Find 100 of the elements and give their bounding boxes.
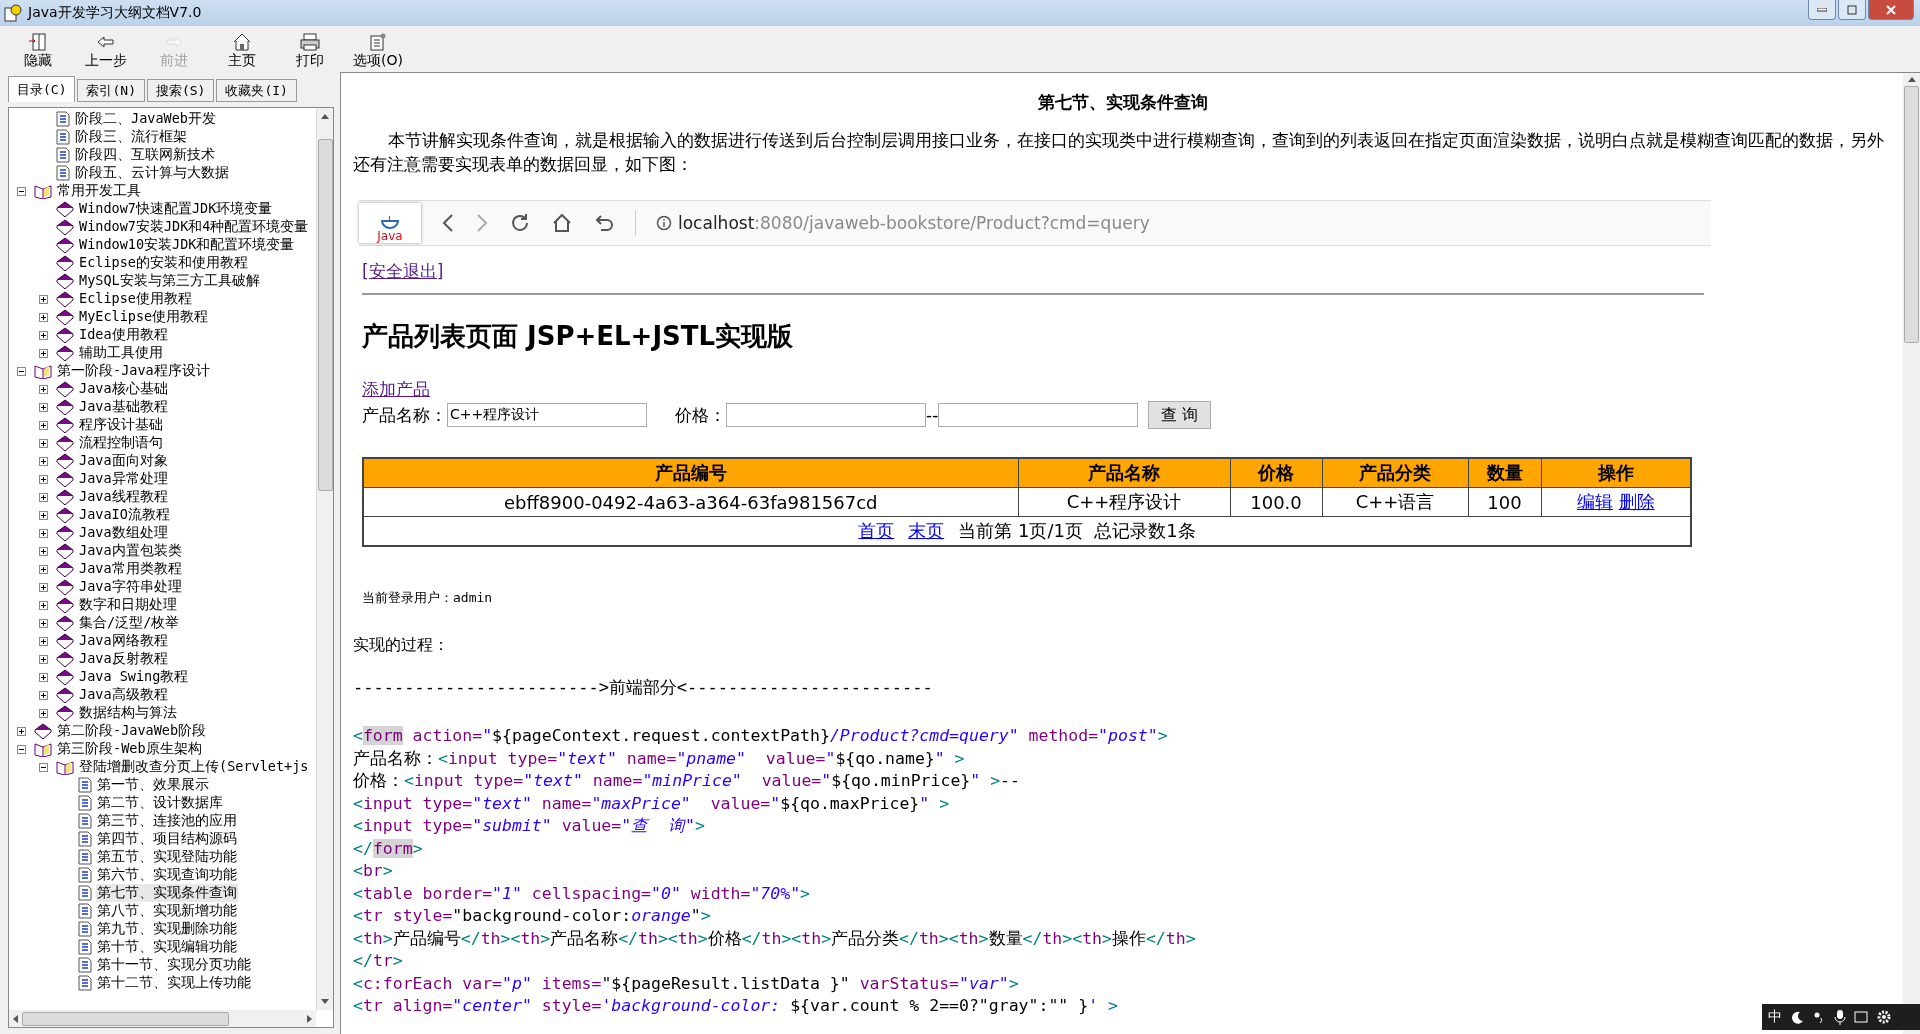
expand-toggle[interactable] bbox=[39, 384, 48, 394]
tree-item[interactable]: 第三阶段-Web原生架构 bbox=[56, 740, 203, 758]
tree-item[interactable]: JavaIO流教程 bbox=[78, 506, 171, 524]
tree-item[interactable]: Java异常处理 bbox=[78, 470, 169, 488]
tree-item[interactable]: 阶段四、互联网新技术 bbox=[74, 146, 216, 164]
tree-item[interactable]: 第六节、实现查询功能 bbox=[96, 866, 238, 884]
tree-item[interactable]: 第十二节、实现上传功能 bbox=[96, 974, 252, 992]
expand-toggle[interactable] bbox=[39, 420, 48, 430]
expand-toggle[interactable] bbox=[39, 438, 48, 448]
scroll-thumb[interactable] bbox=[1904, 86, 1919, 343]
expand-toggle[interactable] bbox=[39, 582, 48, 592]
max-price-field[interactable] bbox=[938, 403, 1139, 427]
up-arrow-icon[interactable] bbox=[321, 114, 329, 119]
tree-item[interactable]: 程序设计基础 bbox=[78, 416, 164, 434]
tree-item[interactable]: MyEclipse使用教程 bbox=[78, 308, 210, 326]
tree-item[interactable]: Window7安装JDK和4种配置环境变量 bbox=[78, 218, 310, 236]
scrollbar[interactable] bbox=[316, 108, 333, 1010]
tree-item[interactable]: 第五节、实现登陆功能 bbox=[96, 848, 238, 866]
expand-toggle[interactable] bbox=[39, 690, 48, 700]
tree-item[interactable]: 数据结构与算法 bbox=[78, 704, 178, 722]
tree-item[interactable]: Java线程教程 bbox=[78, 488, 169, 506]
left-arrow-icon[interactable] bbox=[13, 1014, 18, 1023]
tab[interactable]: 收藏夹(I) bbox=[216, 79, 297, 102]
collapse-toggle[interactable] bbox=[17, 186, 26, 196]
home-icon[interactable] bbox=[551, 212, 573, 234]
min-price-field[interactable] bbox=[726, 403, 926, 427]
expand-toggle[interactable] bbox=[39, 672, 48, 682]
query-button[interactable]: 查 询 bbox=[1148, 401, 1212, 429]
last-page-link[interactable]: 末页 bbox=[908, 520, 945, 541]
up-arrow-icon[interactable] bbox=[1907, 77, 1916, 82]
scrollbar[interactable] bbox=[9, 1010, 316, 1027]
down-arrow-icon[interactable] bbox=[321, 999, 329, 1004]
input-mode-text[interactable]: 中 bbox=[1768, 1008, 1782, 1026]
tab[interactable]: 目录(C) bbox=[8, 76, 76, 102]
tree-item[interactable]: 第一节、效果展示 bbox=[96, 776, 210, 794]
tree-item[interactable]: 第七节、实现条件查询 bbox=[96, 884, 238, 902]
scrollbar[interactable] bbox=[1903, 73, 1920, 1034]
tree-item[interactable]: Java数组处理 bbox=[78, 524, 169, 542]
expand-toggle[interactable] bbox=[39, 600, 48, 610]
undo-icon[interactable] bbox=[593, 212, 615, 234]
expand-toggle[interactable] bbox=[39, 348, 48, 358]
expand-toggle[interactable] bbox=[39, 330, 48, 340]
expand-toggle[interactable] bbox=[39, 492, 48, 502]
tree-item[interactable]: 第三节、连接池的应用 bbox=[96, 812, 238, 830]
settings-icon[interactable] bbox=[1876, 1009, 1892, 1025]
expand-toggle[interactable] bbox=[39, 402, 48, 412]
reload-icon[interactable] bbox=[509, 212, 531, 234]
collapse-toggle[interactable] bbox=[17, 366, 26, 376]
expand-toggle[interactable] bbox=[39, 564, 48, 574]
expand-toggle[interactable] bbox=[39, 474, 48, 484]
tree-item[interactable]: Java网络教程 bbox=[78, 632, 169, 650]
tree-item[interactable]: Java基础教程 bbox=[78, 398, 169, 416]
tab[interactable]: 搜索(S) bbox=[146, 79, 215, 102]
expand-toggle[interactable] bbox=[39, 546, 48, 556]
collapse-toggle[interactable] bbox=[39, 762, 48, 772]
tree-item[interactable]: Eclipse的安装和使用教程 bbox=[78, 254, 249, 272]
tree-item[interactable]: 阶段二、JavaWeb开发 bbox=[74, 110, 217, 128]
edit-link[interactable]: 编辑 bbox=[1576, 491, 1613, 512]
expand-toggle[interactable] bbox=[39, 510, 48, 520]
toolbar-button[interactable]: 选项(O) bbox=[348, 32, 408, 70]
expand-toggle[interactable] bbox=[39, 456, 48, 466]
tree-item[interactable]: 第一阶段-Java程序设计 bbox=[56, 362, 211, 380]
tree-item[interactable]: Window7快速配置JDK环境变量 bbox=[78, 200, 274, 218]
tree-item[interactable]: 登陆增删改查分页上传(Servlet+js bbox=[78, 758, 310, 776]
tree-item[interactable]: MySQL安装与第三方工具破解 bbox=[78, 272, 261, 290]
tree-item[interactable]: Java字符串处理 bbox=[78, 578, 183, 596]
tree-item[interactable]: Java Swing教程 bbox=[78, 668, 190, 686]
tree-item[interactable]: Idea使用教程 bbox=[78, 326, 169, 344]
tab[interactable]: 索引(N) bbox=[77, 79, 145, 102]
back-icon[interactable] bbox=[441, 213, 455, 233]
tree-item[interactable]: 第十节、实现编辑功能 bbox=[96, 938, 238, 956]
expand-toggle[interactable] bbox=[39, 528, 48, 538]
delete-link[interactable]: 删除 bbox=[1618, 491, 1655, 512]
tree-item[interactable]: 第九节、实现删除功能 bbox=[96, 920, 238, 938]
toolbar-button[interactable]: 隐藏 bbox=[8, 32, 68, 70]
close-button[interactable] bbox=[1868, 0, 1914, 20]
right-arrow-icon[interactable] bbox=[307, 1014, 312, 1023]
keyboard-icon[interactable] bbox=[1854, 1010, 1868, 1024]
tree-item[interactable]: 数字和日期处理 bbox=[78, 596, 178, 614]
moon-icon[interactable] bbox=[1790, 1010, 1804, 1024]
tree-item[interactable]: Java高级教程 bbox=[78, 686, 169, 704]
add-product-link[interactable]: 添加产品 bbox=[362, 379, 430, 399]
collapse-toggle[interactable] bbox=[17, 744, 26, 754]
tree-item[interactable]: 常用开发工具 bbox=[56, 182, 142, 200]
tree-item[interactable]: Java常用类教程 bbox=[78, 560, 183, 578]
expand-toggle[interactable] bbox=[39, 636, 48, 646]
expand-toggle[interactable] bbox=[39, 312, 48, 322]
scroll-thumb[interactable] bbox=[317, 139, 333, 491]
microphone-icon[interactable] bbox=[1834, 1009, 1846, 1025]
tree-item[interactable]: Java面向对象 bbox=[78, 452, 169, 470]
minimize-button[interactable] bbox=[1808, 0, 1836, 20]
tree-item[interactable]: 第二阶段-JavaWeb阶段 bbox=[56, 722, 208, 740]
expand-toggle[interactable] bbox=[39, 618, 48, 628]
toolbar-button[interactable]: 上一步 bbox=[76, 32, 136, 70]
tree-item[interactable]: 阶段五、云计算与大数据 bbox=[74, 164, 230, 182]
tree-item[interactable]: 阶段三、流行框架 bbox=[74, 128, 188, 146]
expand-toggle[interactable] bbox=[17, 726, 26, 736]
name-field[interactable]: C++程序设计 bbox=[447, 403, 647, 427]
tree-item[interactable]: Java反射教程 bbox=[78, 650, 169, 668]
tree-item[interactable]: 流程控制语句 bbox=[78, 434, 164, 452]
